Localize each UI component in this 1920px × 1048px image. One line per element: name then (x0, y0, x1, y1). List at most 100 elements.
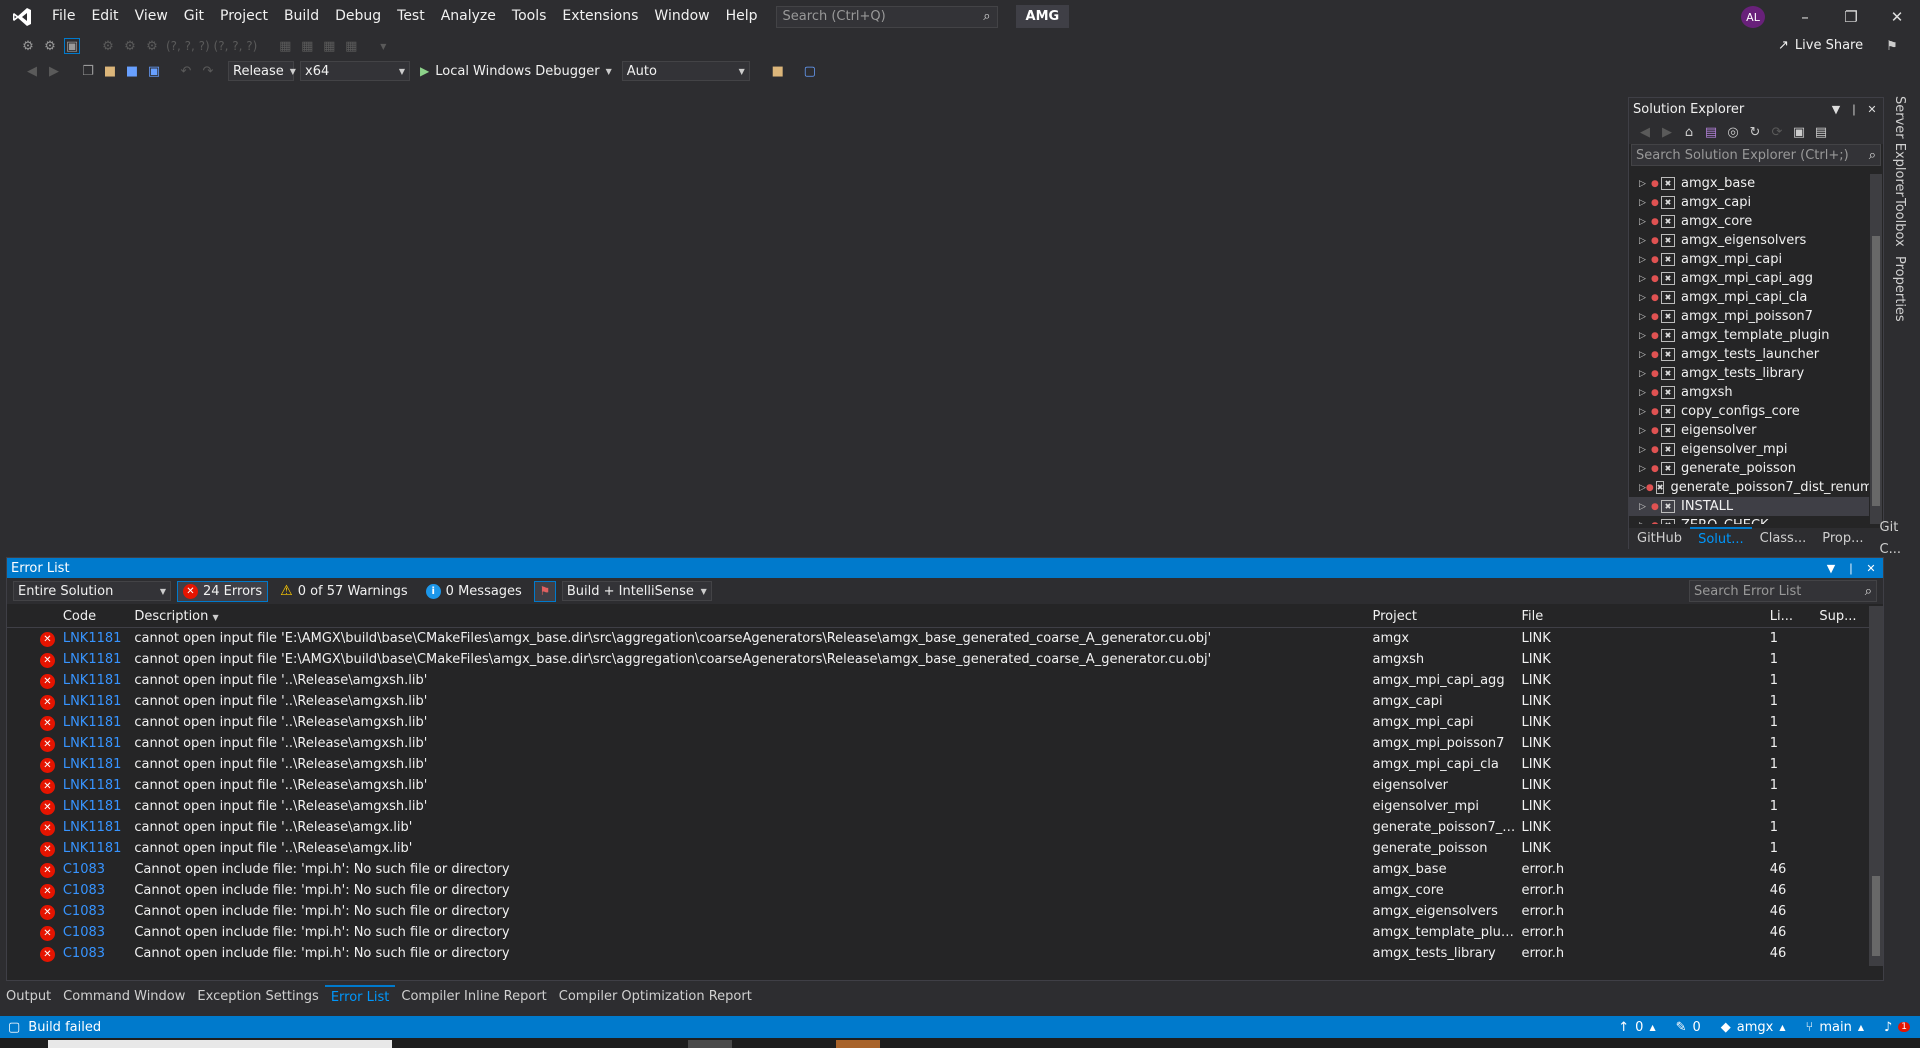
bottom-tab-command-window[interactable]: Command Window (57, 986, 191, 1008)
feedback-icon[interactable]: ⚑ (1884, 38, 1900, 54)
column-project[interactable]: Project (1373, 609, 1522, 624)
solution-explorer-search-input[interactable]: Search Solution Explorer (Ctrl+;) ⌕ (1631, 144, 1881, 166)
bottom-tab-exception-settings[interactable]: Exception Settings (191, 986, 324, 1008)
switch-views-icon[interactable]: ▤ (1703, 124, 1719, 140)
error-code-link[interactable]: LNK1181 (63, 820, 134, 835)
scrollbar-thumb[interactable] (1872, 236, 1880, 506)
solution-panel-tab[interactable]: Class... (1752, 528, 1815, 550)
forward-icon[interactable]: ▶ (1659, 124, 1675, 140)
expand-icon[interactable]: ▷ (1639, 236, 1651, 246)
taskbar-app-button[interactable] (836, 1040, 880, 1048)
menu-analyze[interactable]: Analyze (433, 0, 504, 33)
repository-selector[interactable]: ◆ amgx ▲ (1711, 1020, 1796, 1035)
solution-name-badge[interactable]: AMG (1015, 5, 1070, 28)
error-source-select[interactable]: Build + IntelliSense ▼ (561, 581, 712, 601)
error-code-link[interactable]: LNK1181 (63, 799, 134, 814)
error-code-link[interactable]: LNK1181 (63, 652, 134, 667)
error-code-link[interactable]: LNK1181 (63, 715, 134, 730)
expand-icon[interactable]: ▷ (1639, 426, 1651, 436)
expand-icon[interactable]: ▷ (1639, 388, 1651, 398)
error-row[interactable]: ✕ C1083Cannot open include file: 'mpi.h':… (7, 943, 1869, 964)
close-icon[interactable]: ✕ (1865, 103, 1879, 116)
expand-icon[interactable]: ▷ (1639, 407, 1651, 417)
error-scope-select[interactable]: Entire Solution ▼ (13, 581, 171, 601)
solution-tree-item[interactable]: ▷ ● ✖ amgx_tests_library (1629, 364, 1869, 383)
debug-target-select[interactable]: Auto ▼ (621, 61, 750, 81)
error-code-link[interactable]: LNK1181 (63, 673, 134, 688)
chevron-down-icon[interactable]: ▼ (1823, 562, 1839, 575)
show-all-files-icon[interactable]: ▤ (1813, 124, 1829, 140)
save-icon[interactable]: ■ (124, 63, 140, 79)
branch-selector[interactable]: ⑂ main ▲ (1796, 1020, 1874, 1035)
close-icon[interactable]: ✕ (1863, 562, 1879, 575)
unpushed-commits[interactable]: ↑ 0 ▲ (1608, 1020, 1665, 1035)
expand-icon[interactable]: ▷ (1639, 331, 1651, 341)
account-avatar[interactable]: AL (1741, 6, 1765, 28)
errors-filter-toggle[interactable]: ✕ 24 Errors (177, 580, 269, 602)
column-file[interactable]: File (1521, 609, 1769, 624)
error-code-link[interactable]: LNK1181 (63, 736, 134, 751)
messages-filter-toggle[interactable]: i 0 Messages (420, 581, 528, 602)
redo-icon[interactable]: ↷ (200, 63, 216, 79)
solution-panel-tab[interactable]: Git C... (1872, 517, 1909, 561)
error-row[interactable]: ✕ LNK1181 cannot open input file '..\Relea… (7, 670, 1869, 691)
open-folder-icon[interactable]: ■ (102, 63, 118, 79)
error-row[interactable]: ✕ C1083Cannot open include file: 'mpi.h':… (7, 922, 1869, 943)
expand-icon[interactable]: ▷ (1639, 274, 1651, 284)
menu-test[interactable]: Test (389, 0, 433, 33)
menu-build[interactable]: Build (276, 0, 327, 33)
menu-git[interactable]: Git (176, 0, 212, 33)
build-configuration-select[interactable]: Release ▼ (228, 61, 296, 81)
error-code-link[interactable]: C1083 (63, 883, 134, 898)
properties-tab[interactable]: Properties (1892, 256, 1907, 322)
server-explorer-tab[interactable]: Server Explorer (1892, 96, 1907, 197)
error-row[interactable]: ✕ C1083Cannot open include file: 'mpi.h':… (7, 880, 1869, 901)
solution-tree-item[interactable]: ▷ ● ✖ eigensolver (1629, 421, 1869, 440)
error-code-link[interactable]: LNK1181 (63, 631, 134, 646)
column-description[interactable]: Description ▼ (134, 609, 1372, 624)
column-line[interactable]: Li... (1770, 609, 1820, 624)
global-search-input[interactable]: Search (Ctrl+Q) ⌕ (775, 5, 998, 28)
refresh-icon[interactable]: ⟳ (1769, 124, 1785, 140)
error-row[interactable]: ✕ C1083Cannot open include file: 'mpi.h':… (7, 901, 1869, 922)
solution-tree-item[interactable]: ▷ ● ✖ amgx_template_plugin (1629, 326, 1869, 345)
menu-file[interactable]: File (44, 0, 83, 33)
solution-tree-item[interactable]: ▷ ● ✖ INSTALL (1629, 497, 1869, 516)
error-row[interactable]: ✕ LNK1181 cannot open input file '..\Relea… (7, 691, 1869, 712)
restore-window-button[interactable]: ❐ (1828, 0, 1874, 33)
solution-tree-item[interactable]: ▷ ● ✖ amgx_core (1629, 212, 1869, 231)
error-code-link[interactable]: C1083 (63, 862, 134, 877)
expand-icon[interactable]: ▷ (1639, 179, 1651, 189)
chevron-down-icon[interactable]: ▼ (375, 38, 391, 54)
back-icon[interactable]: ◀ (1637, 124, 1653, 140)
expand-icon[interactable]: ▷ (1639, 217, 1651, 227)
browse-folder-icon[interactable]: ■ (770, 63, 786, 79)
taskbar-search-box[interactable] (48, 1040, 392, 1048)
error-code-link[interactable]: C1083 (63, 946, 134, 961)
warnings-filter-toggle[interactable]: ⚠ 0 of 57 Warnings (274, 581, 414, 602)
error-code-link[interactable]: C1083 (63, 904, 134, 919)
solution-tree-item[interactable]: ▷ ● ✖ amgx_tests_launcher (1629, 345, 1869, 364)
expand-icon[interactable]: ▷ (1639, 445, 1651, 455)
error-code-link[interactable]: LNK1181 (63, 757, 134, 772)
error-code-link[interactable]: C1083 (63, 925, 134, 940)
taskbar-app-button[interactable] (688, 1040, 732, 1048)
solution-explorer-scrollbar[interactable] (1870, 174, 1882, 524)
globe-icon[interactable]: ◎ (1725, 124, 1741, 140)
bottom-tab-compiler-inline-report[interactable]: Compiler Inline Report (395, 986, 552, 1008)
expand-icon[interactable]: ▷ (1639, 350, 1651, 360)
error-code-link[interactable]: LNK1181 (63, 694, 134, 709)
menu-view[interactable]: View (127, 0, 176, 33)
solution-tree-item[interactable]: ▷ ● ✖ amgx_mpi_capi_agg (1629, 269, 1869, 288)
screen-icon[interactable]: ▢ (802, 63, 818, 79)
menu-project[interactable]: Project (212, 0, 276, 33)
new-project-icon[interactable]: ❐ (80, 63, 96, 79)
error-row[interactable]: ✕ LNK1181 cannot open input file '..\Relea… (7, 712, 1869, 733)
solution-tree-item[interactable]: ▷ ● ✖ amgx_mpi_capi_cla (1629, 288, 1869, 307)
view-toggle-icon[interactable]: ▣ (64, 38, 80, 54)
menu-tools[interactable]: Tools (504, 0, 555, 33)
error-row[interactable]: ✕ LNK1181 cannot open input file '..\Relea… (7, 733, 1869, 754)
save-all-icon[interactable]: ▣ (146, 63, 162, 79)
menu-help[interactable]: Help (718, 0, 766, 33)
error-row[interactable]: ✕ LNK1181 cannot open input file '..\Relea… (7, 754, 1869, 775)
